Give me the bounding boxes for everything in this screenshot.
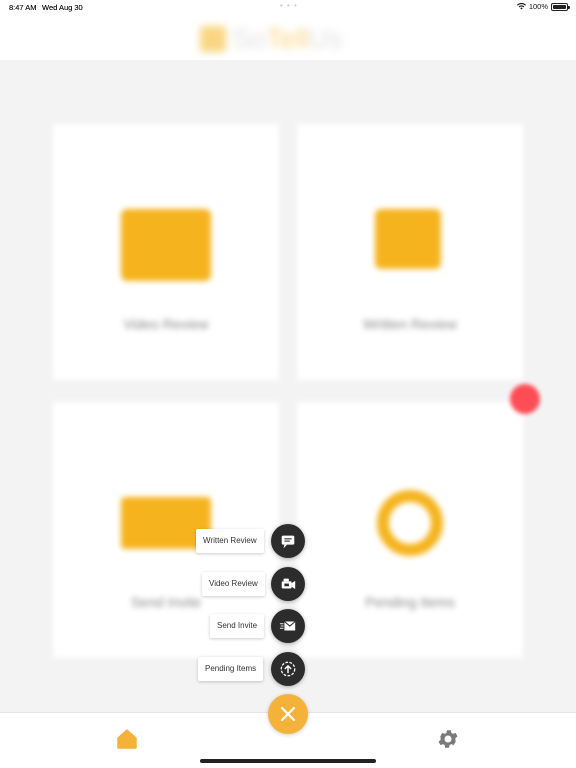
home-icon — [117, 729, 137, 749]
card-written-review[interactable]: Written Review — [297, 124, 523, 380]
card-label: Written Review — [363, 316, 457, 332]
tab-home[interactable] — [115, 727, 139, 751]
card-label: Pending Items — [365, 594, 455, 610]
pending-items-icon — [377, 490, 443, 556]
home-indicator[interactable] — [200, 759, 376, 763]
fab-close-button[interactable] — [268, 694, 308, 734]
pending-upload-icon — [280, 661, 296, 677]
video-camera-icon — [121, 209, 211, 281]
menu-label-send-invite[interactable]: Send Invite — [210, 614, 265, 638]
card-video-review[interactable]: Video Review — [53, 124, 279, 380]
menu-button-send-invite[interactable] — [271, 609, 305, 643]
menu-button-video-review[interactable] — [271, 567, 305, 601]
written-review-icon — [281, 535, 295, 549]
multitasking-dots: • • • — [280, 1, 298, 10]
menu-button-written-review[interactable] — [271, 524, 305, 558]
app-logo: SoTellUs — [200, 20, 380, 58]
status-date-label: Wed Aug 30 — [42, 3, 83, 12]
send-envelope-icon — [279, 621, 296, 631]
menu-label-written-review[interactable]: Written Review — [196, 529, 264, 553]
status-time-label: 8:47 AM — [9, 3, 37, 12]
status-right: 100% — [516, 2, 570, 11]
tab-settings[interactable] — [436, 727, 460, 751]
notification-dot[interactable] — [510, 384, 540, 414]
menu-label-video-review[interactable]: Video Review — [202, 572, 265, 596]
logo-text: SoTellUs — [232, 23, 343, 54]
battery-percent: 100% — [528, 2, 548, 11]
battery-icon — [551, 2, 570, 11]
video-camera-icon — [281, 578, 296, 589]
gear-icon — [438, 730, 458, 748]
card-pending-items[interactable]: Pending Items — [297, 402, 523, 658]
written-review-icon — [375, 209, 441, 269]
logo-mark-icon — [200, 26, 226, 52]
close-icon — [280, 706, 296, 722]
wifi-icon — [516, 3, 526, 10]
card-label: Video Review — [123, 316, 209, 332]
menu-button-pending-items[interactable] — [271, 652, 305, 686]
status-bar-overlay: 8:47 AM Wed Aug 30 • • • 100% — [0, 0, 576, 14]
menu-label-pending-items[interactable]: Pending Items — [198, 657, 264, 681]
card-label: Send Invite — [130, 594, 202, 610]
